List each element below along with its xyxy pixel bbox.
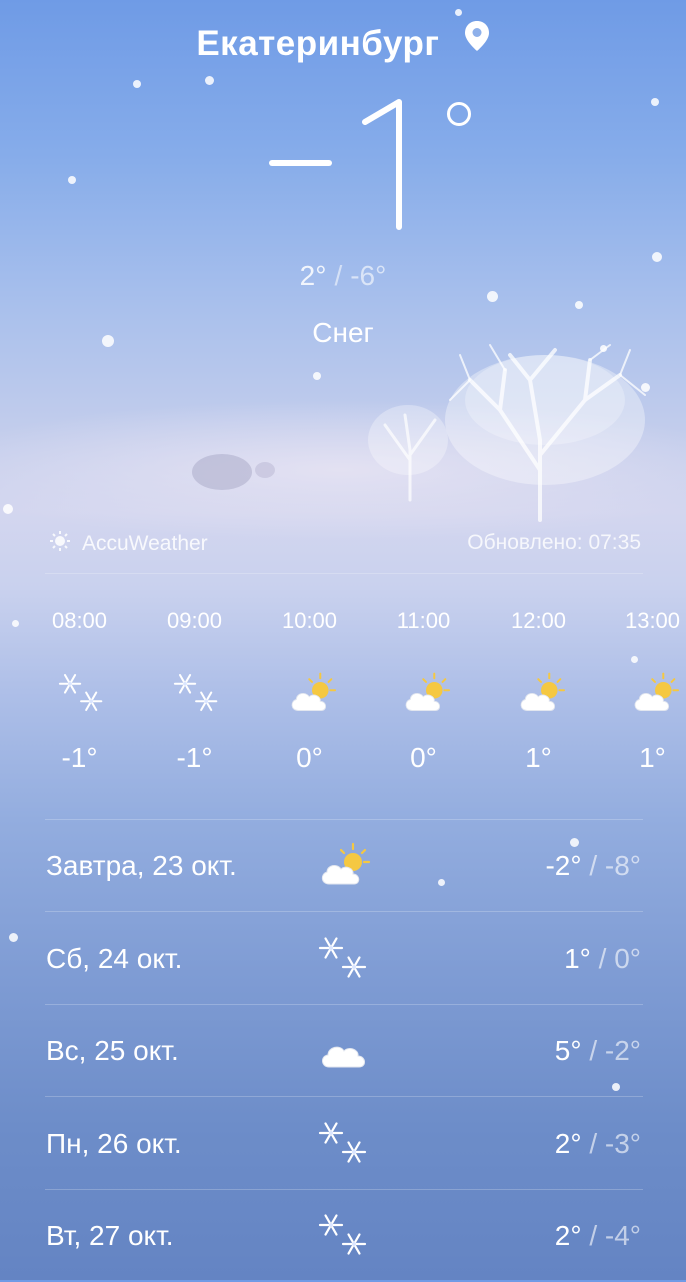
updated-time: Обновлено: 07:35 [467, 531, 641, 554]
snowflake-dot [487, 291, 498, 302]
daily-row[interactable]: Вт, 27 окт. 2° / -4° [45, 1190, 643, 1282]
daily-date: Вс, 25 окт. [46, 1035, 179, 1066]
daily-date: Завтра, 23 окт. [46, 850, 237, 881]
daily-separator: / [581, 1220, 605, 1251]
daily-high: 5° [554, 1035, 582, 1066]
daily-temp-range: 2° / -3° [555, 1128, 641, 1160]
hourly-time: 12:00 [510, 608, 567, 633]
daily-low: -8° [604, 850, 641, 881]
hourly-temp: 1° [639, 742, 666, 773]
daily-row[interactable]: Пн, 26 окт. 2° / -3° [45, 1098, 643, 1190]
degree-symbol [447, 102, 471, 126]
daily-low: -3° [604, 1127, 641, 1159]
snowflake-dot [3, 504, 13, 514]
daily-row[interactable]: Завтра, 23 окт. -2° / -8° [45, 820, 643, 912]
snow-icon [57, 670, 107, 716]
daily-temp-range: -2° / -8° [545, 850, 641, 882]
snowflake-dot [133, 80, 141, 88]
partly-cloudy-icon [401, 670, 451, 716]
snow-icon [317, 933, 371, 983]
accuweather-logo-icon [50, 531, 70, 557]
daily-separator: / [581, 1127, 605, 1159]
daily-high: -2° [545, 850, 582, 881]
daily-low: -4° [604, 1220, 641, 1251]
daily-high: 1° [564, 942, 591, 974]
daily-temp-range: 1° / 0° [564, 943, 641, 975]
provider-link[interactable]: AccuWeather [50, 531, 208, 557]
snowflake-dot [631, 656, 638, 663]
provider-name: AccuWeather [82, 532, 208, 555]
snowflake-dot [575, 301, 583, 309]
daily-high: 2° [554, 1220, 582, 1251]
cloud-icon [317, 1025, 371, 1075]
daily-date: Сб, 24 окт. [46, 942, 183, 974]
daily-separator: / [581, 850, 605, 881]
daily-high: 2° [554, 1127, 582, 1159]
partly-cloudy-icon [287, 670, 337, 716]
hourly-temp: 0° [410, 742, 437, 773]
current-temperature: −1 [0, 90, 686, 240]
hourly-temp: 0° [296, 742, 323, 773]
daily-date: Пн, 26 окт. [46, 1127, 182, 1159]
divider [45, 573, 643, 574]
hourly-time: 13:00 [624, 608, 681, 633]
today-high-low: 2° / -6° [0, 260, 686, 292]
hourly-time: 08:00 [51, 608, 108, 633]
daily-separator: / [590, 942, 615, 974]
partly-cloudy-icon [630, 670, 680, 716]
hourly-time: 11:00 [396, 608, 451, 633]
snow-icon [317, 1118, 371, 1168]
snowflake-dot [641, 383, 650, 392]
snowflake-dot [313, 372, 321, 380]
daily-date: Вт, 27 окт. [46, 1220, 174, 1251]
snow-icon [172, 670, 222, 716]
daily-separator: / [581, 1035, 605, 1066]
current-temperature-digits [269, 99, 402, 230]
partly-cloudy-icon [516, 670, 566, 716]
hourly-temp: 1° [525, 742, 552, 773]
snow-icon [317, 1210, 371, 1260]
daily-low: -2° [604, 1035, 641, 1066]
location-pin-icon[interactable] [464, 20, 490, 61]
snowflake-dot [9, 933, 18, 942]
partly-cloudy-icon [317, 840, 371, 890]
daily-row[interactable]: Вс, 25 окт. 5° / -2° [45, 1005, 643, 1097]
daily-temp-range: 2° / -4° [555, 1220, 641, 1252]
city-name[interactable]: Екатеринбург [196, 24, 439, 63]
today-low: -6° [350, 260, 387, 291]
hourly-time: 10:00 [281, 608, 338, 633]
snowflake-dot [455, 9, 462, 16]
snowflake-dot [205, 76, 214, 85]
daily-temp-range: 5° / -2° [555, 1035, 641, 1067]
city-header[interactable]: Екатеринбург [0, 20, 686, 64]
weather-condition: Снег [312, 317, 374, 348]
hourly-time: 09:00 [166, 608, 223, 633]
hourly-temp: -1° [61, 742, 98, 773]
today-high: 2° [299, 260, 327, 291]
hourly-temp: -1° [176, 742, 213, 773]
daily-low: 0° [614, 942, 641, 974]
snowflake-dot [12, 620, 19, 627]
daily-row[interactable]: Сб, 24 окт. 1° / 0° [45, 913, 643, 1005]
high-low-separator: / [334, 260, 343, 291]
